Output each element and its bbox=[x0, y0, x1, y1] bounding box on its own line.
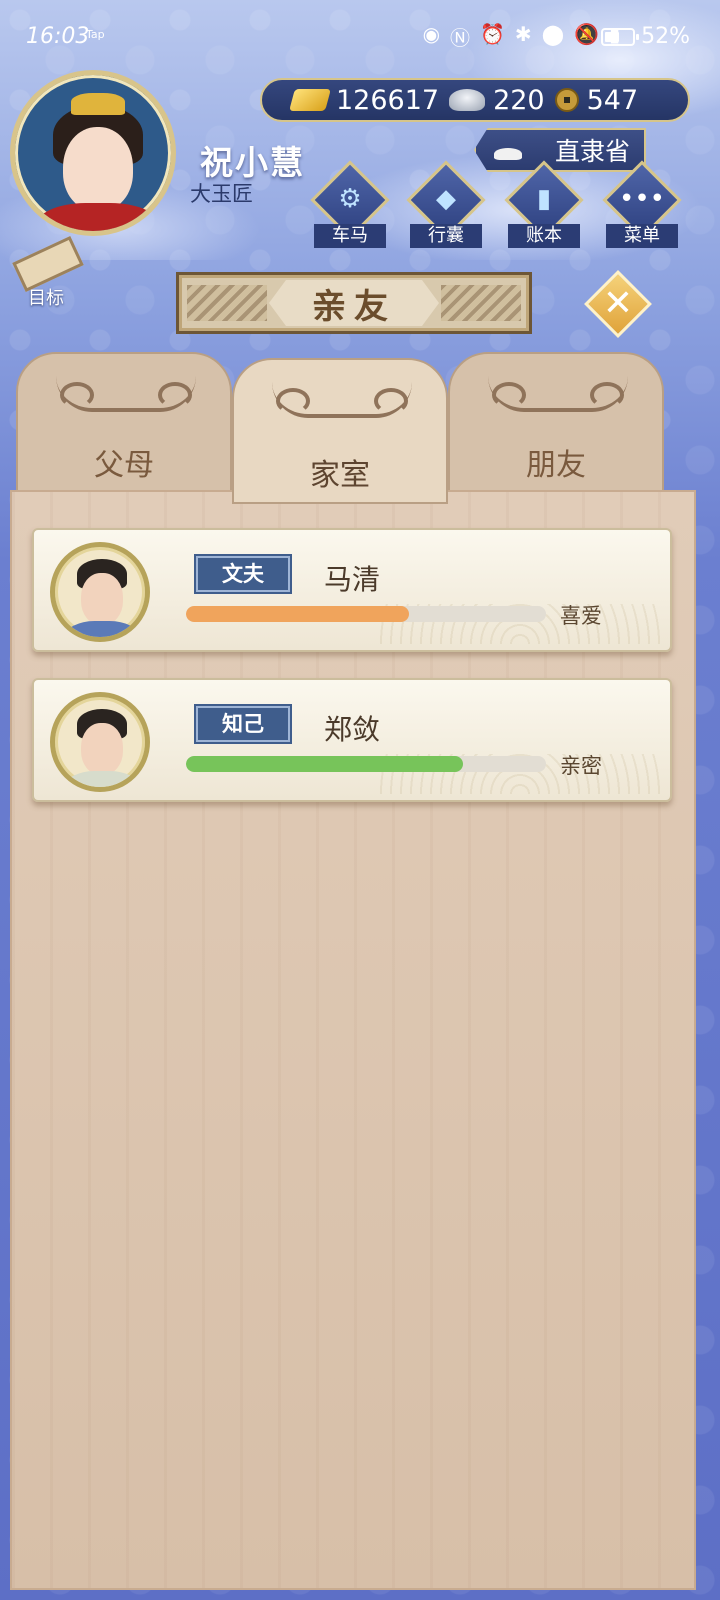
tab-family[interactable]: 家室 bbox=[232, 358, 448, 504]
eye-icon: ◉ bbox=[422, 22, 441, 46]
player-name: 祝小慧 bbox=[200, 143, 305, 182]
battery: 52% bbox=[601, 24, 690, 49]
location-name: 直隶省 bbox=[554, 137, 630, 166]
status-tap-label: Tap bbox=[86, 28, 105, 41]
relation-role-badge: 知己 bbox=[194, 704, 292, 744]
avatar bbox=[50, 692, 150, 792]
ledger-label: 账本 bbox=[508, 224, 580, 248]
goal-button[interactable]: 目标 bbox=[10, 235, 86, 309]
ledger-icon: ▮ bbox=[536, 184, 552, 214]
battery-icon bbox=[601, 27, 640, 46]
alarm-icon: ⏰ bbox=[480, 22, 505, 46]
content-panel bbox=[10, 490, 696, 1590]
tab-family-label: 家室 bbox=[310, 458, 370, 493]
currency-bar: 126617 220 547 bbox=[260, 78, 690, 122]
bundle-label: 行囊 bbox=[410, 224, 482, 248]
tab-friends[interactable]: 朋友 bbox=[448, 352, 664, 500]
avatar bbox=[50, 542, 150, 642]
silver-amount: 220 bbox=[493, 84, 545, 116]
player-title: 大玉匠 bbox=[190, 182, 253, 206]
mute-icon: 🔕 bbox=[574, 22, 599, 46]
tab-parents-label: 父母 bbox=[94, 448, 154, 483]
page-title: 亲友 bbox=[269, 280, 439, 326]
cloud-ornament-icon bbox=[488, 376, 628, 412]
close-button[interactable]: ✕ bbox=[584, 270, 652, 338]
relation-status: 亲密 bbox=[560, 754, 602, 778]
affinity-bar bbox=[186, 756, 546, 772]
status-icons: ◉ Ⓝ ⏰ ✱ ⬤ 🔕 ▮ bbox=[423, 22, 620, 51]
status-bar: 16:03 Tap ◉ Ⓝ ⏰ ✱ ⬤ 🔕 ▮ 52% bbox=[0, 0, 720, 70]
gold-ingot-icon bbox=[289, 89, 331, 111]
affinity-bar-fill bbox=[186, 756, 464, 772]
close-icon: ✕ bbox=[602, 283, 634, 324]
relation-status: 喜爱 bbox=[560, 604, 602, 628]
copper-coin-icon bbox=[554, 88, 579, 112]
relation-role-badge: 文夫 bbox=[194, 554, 292, 594]
hat-icon bbox=[490, 134, 530, 164]
carriage-icon: ⚙ bbox=[338, 184, 362, 214]
menu-label: 菜单 bbox=[606, 224, 678, 248]
coin-amount: 547 bbox=[586, 84, 639, 116]
more-icon: ••• bbox=[618, 184, 665, 214]
affinity-bar-fill bbox=[186, 606, 410, 622]
status-time: 16:03 bbox=[26, 24, 90, 49]
bluetooth-icon: ✱ bbox=[514, 22, 532, 46]
carriage-label: 车马 bbox=[314, 224, 386, 248]
nfc-icon: Ⓝ bbox=[450, 26, 471, 50]
goal-label: 目标 bbox=[28, 288, 64, 309]
silver-ingot-icon bbox=[449, 89, 486, 111]
page-title-plaque: 亲友 bbox=[176, 272, 532, 334]
menu-button[interactable]: ••• 菜单 bbox=[602, 160, 682, 248]
carriage-button[interactable]: ⚙ 车马 bbox=[310, 160, 390, 248]
battery-level: 52% bbox=[641, 24, 690, 49]
relation-name: 郑敛 bbox=[324, 713, 381, 746]
relation-card[interactable]: 文夫 马清 喜爱 bbox=[32, 528, 672, 652]
tab-parents[interactable]: 父母 bbox=[16, 352, 232, 500]
relation-name: 马清 bbox=[324, 563, 381, 596]
ledger-button[interactable]: ▮ 账本 bbox=[504, 160, 584, 248]
affinity-bar bbox=[186, 606, 546, 622]
bundle-button[interactable]: ◆ 行囊 bbox=[406, 160, 486, 248]
location-pin-icon: ⬤ bbox=[541, 22, 565, 46]
tab-friends-label: 朋友 bbox=[526, 448, 586, 483]
relation-card[interactable]: 知己 郑敛 亲密 bbox=[32, 678, 672, 802]
cloud-ornament-icon bbox=[272, 382, 412, 418]
cloud-ornament-icon bbox=[56, 376, 196, 412]
gold-amount: 126617 bbox=[336, 84, 440, 116]
player-avatar[interactable] bbox=[10, 70, 176, 236]
bundle-icon: ◆ bbox=[436, 184, 456, 214]
